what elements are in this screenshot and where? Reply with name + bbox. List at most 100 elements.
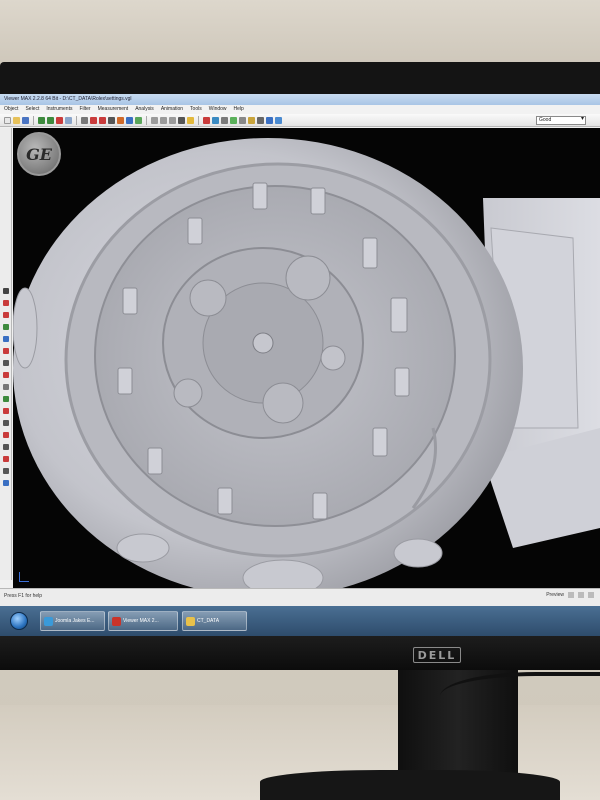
toolbar-separator [198, 115, 199, 125]
status-preview-text: Preview [546, 592, 564, 598]
undo-icon[interactable] [38, 116, 45, 124]
view-front-icon[interactable] [151, 116, 158, 124]
angle-tool-icon[interactable] [3, 360, 9, 366]
axis-indicator [19, 572, 29, 582]
status-indicator-icon [588, 592, 594, 598]
status-help-text: Press F1 for help [4, 593, 43, 599]
hour-marker [362, 237, 378, 269]
pencil-tool-icon[interactable] [3, 468, 9, 474]
circle-tool-icon[interactable] [3, 312, 9, 318]
menu-item-help[interactable]: Help [234, 106, 244, 113]
hour-marker [312, 492, 328, 520]
ct-watch-render [13, 138, 600, 588]
menu-item-tools[interactable]: Tools [190, 106, 202, 113]
folder-icon [186, 617, 195, 626]
start-button[interactable] [10, 612, 28, 630]
menu-item-object[interactable]: Object [4, 106, 18, 113]
palette-icon[interactable] [230, 116, 237, 124]
menu-item-window[interactable]: Window [209, 106, 227, 113]
hour-marker [122, 287, 138, 315]
toolbar-separator [146, 115, 147, 125]
toolbar-separator [33, 115, 34, 125]
point-tool-icon[interactable] [3, 324, 9, 330]
window-titlebar[interactable]: Viewer MAX 2.2.8 64 Bit - D:\CT_DATA\Rol… [0, 94, 600, 105]
status-indicator-icon [568, 592, 574, 598]
view-top-icon[interactable] [160, 116, 167, 124]
background-wall [0, 0, 600, 66]
save-icon[interactable] [22, 116, 29, 124]
plane-tool-icon[interactable] [3, 336, 9, 342]
taskbar-item-browser[interactable]: Joomla Jakes E... [40, 611, 105, 631]
light-icon[interactable] [187, 116, 194, 124]
pointer-icon[interactable] [3, 288, 9, 294]
menu-item-animation[interactable]: Animation [161, 106, 183, 113]
print-icon[interactable] [257, 116, 264, 124]
movement-wheel [285, 255, 331, 301]
monitor-stand-base [260, 770, 560, 800]
rotate-icon[interactable] [90, 116, 97, 124]
render-icon[interactable] [203, 116, 210, 124]
export-icon[interactable] [266, 116, 273, 124]
menu-item-analysis[interactable]: Analysis [135, 106, 154, 113]
monitor-chin [0, 636, 600, 670]
3d-viewport[interactable]: GE [13, 128, 600, 588]
pin-tool-icon[interactable] [3, 456, 9, 462]
lasso-tool-icon[interactable] [3, 408, 9, 414]
movement-wheel [189, 279, 227, 317]
hour-marker [147, 447, 163, 475]
menu-item-filter[interactable]: Filter [79, 106, 90, 113]
pan-icon[interactable] [99, 116, 106, 124]
main-toolbar [0, 114, 600, 127]
status-indicator-icon [578, 592, 584, 598]
hour-marker [187, 217, 203, 245]
info-icon[interactable] [275, 116, 282, 124]
browser-icon [44, 617, 53, 626]
left-toolbar [0, 128, 12, 580]
hour-marker [252, 182, 268, 210]
distance-tool-icon[interactable] [3, 348, 9, 354]
new-icon[interactable] [4, 116, 11, 124]
hour-marker [310, 187, 326, 215]
viewer-app-icon [112, 617, 121, 626]
hour-marker [117, 367, 133, 395]
movement-wheel [173, 378, 203, 408]
annotate-icon[interactable] [126, 116, 133, 124]
watch-lug [13, 287, 38, 369]
open-icon[interactable] [13, 116, 20, 124]
flag-tool-icon[interactable] [3, 480, 9, 486]
taskbar: Joomla Jakes E... Viewer MAX 2... CT_DAT… [0, 606, 600, 636]
volume-icon[interactable] [212, 116, 219, 124]
ge-logo: GE [17, 132, 61, 176]
menu-item-instruments[interactable]: Instruments [46, 106, 72, 113]
taskbar-item-folder[interactable]: CT_DATA [182, 611, 247, 631]
movement-center-pinion [252, 332, 274, 354]
report-icon[interactable] [248, 116, 255, 124]
clip-icon[interactable] [135, 116, 142, 124]
view-side-icon[interactable] [169, 116, 176, 124]
histogram-icon[interactable] [221, 116, 228, 124]
quality-dropdown[interactable]: Good [536, 116, 586, 125]
menu-item-measurement[interactable]: Measurement [98, 106, 129, 113]
copy-icon[interactable] [65, 116, 72, 124]
brush-tool-icon[interactable] [3, 420, 9, 426]
zoom-icon[interactable] [108, 116, 115, 124]
roi-tool-icon[interactable] [3, 384, 9, 390]
menu-item-select[interactable]: Select [25, 106, 39, 113]
line-tool-icon[interactable] [3, 300, 9, 306]
polygon-tool-icon[interactable] [3, 396, 9, 402]
camera-icon[interactable] [178, 116, 185, 124]
eraser-tool-icon[interactable] [3, 432, 9, 438]
status-right: Preview [546, 592, 594, 598]
taskbar-item-label: Viewer MAX 2... [123, 618, 159, 624]
menu-bar: Object Select Instruments Filter Measure… [0, 105, 600, 114]
redo-icon[interactable] [47, 116, 54, 124]
cut-icon[interactable] [56, 116, 63, 124]
hour-marker [372, 427, 388, 457]
measure-icon[interactable] [117, 116, 124, 124]
fill-tool-icon[interactable] [3, 444, 9, 450]
grid-icon[interactable] [239, 116, 246, 124]
window-title: Viewer MAX 2.2.8 64 Bit - D:\CT_DATA\Rol… [4, 96, 132, 102]
select-icon[interactable] [81, 116, 88, 124]
wall-thickness-icon[interactable] [3, 372, 9, 378]
taskbar-item-viewer[interactable]: Viewer MAX 2... [108, 611, 178, 631]
